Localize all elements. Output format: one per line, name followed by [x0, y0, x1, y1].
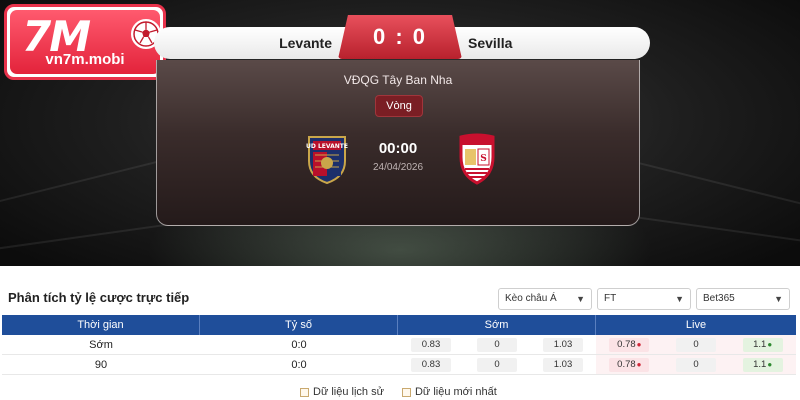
cell-time: 90	[94, 359, 108, 371]
checkbox-icon	[401, 387, 411, 397]
odds-section-title: Phân tích tỷ lệ cược trực tiếp	[8, 290, 190, 305]
chevron-down-icon: ▼	[675, 294, 684, 304]
site-logo[interactable]: 7M vn7m.mobi	[4, 4, 166, 80]
chevron-down-icon: ▼	[576, 294, 585, 304]
data-legend: Dữ liệu lịch sử Dữ liệu mới nhất	[300, 386, 497, 398]
away-team-name[interactable]: Sevilla	[468, 27, 628, 59]
chevron-down-icon: ▼	[774, 294, 783, 304]
market-select[interactable]: Kèo châu Á ▼	[498, 288, 592, 310]
match-time: 00:00	[378, 140, 418, 157]
home-team-name[interactable]: Levante	[154, 27, 332, 59]
cell-live-odds: 0.78● 0 1.1●	[596, 355, 796, 374]
legend-history-label: Dữ liệu lịch sử	[313, 386, 384, 398]
match-hero-banner: 7M vn7m.mobi Levante Sevilla VĐQG Tây Ba…	[0, 0, 800, 266]
early-handicap: 0	[477, 358, 517, 372]
bookmaker-select[interactable]: Bet365 ▼	[696, 288, 790, 310]
cell-score: 0:0	[291, 359, 307, 371]
bookmaker-select-value: Bet365	[703, 293, 735, 304]
cell-early-odds: 0.83 0 1.03	[398, 335, 596, 354]
cell-live-odds: 0.78● 0 1.1●	[596, 335, 796, 354]
sevilla-crest-icon: S	[453, 133, 501, 185]
early-home-odd: 0.83	[411, 338, 451, 352]
league-name[interactable]: VĐQG Tây Ban Nha	[157, 73, 639, 87]
legend-latest[interactable]: Dữ liệu mới nhất	[401, 386, 497, 398]
match-date: 24/04/2026	[372, 162, 424, 173]
live-away-odd: 1.1●	[742, 358, 783, 372]
period-select-value: FT	[604, 293, 617, 304]
down-arrow-icon: ●	[636, 360, 642, 369]
match-info-panel: VĐQG Tây Ban Nha Vòng UD LEVANTE 00:00 2…	[156, 60, 640, 226]
table-row[interactable]: Sớm 0:0 0.83 0 1.03 0.78● 0 1.1●	[2, 335, 796, 355]
early-handicap: 0	[477, 338, 517, 352]
down-arrow-icon: ●	[636, 340, 642, 349]
period-select[interactable]: FT ▼	[597, 288, 691, 310]
round-badge: Vòng	[375, 95, 423, 117]
table-row[interactable]: 90 0:0 0.83 0 1.03 0.78● 0 1.1●	[2, 355, 796, 375]
live-home-odd: 0.78●	[609, 338, 650, 352]
table-header: Thời gian Tỷ số Sớm Live	[2, 315, 796, 335]
odds-table: Thời gian Tỷ số Sớm Live Sớm 0:0 0.83 0 …	[2, 315, 796, 375]
legend-latest-label: Dữ liệu mới nhất	[414, 386, 497, 398]
up-arrow-icon: ●	[767, 360, 773, 369]
early-away-odd: 1.03	[543, 338, 583, 352]
live-handicap: 0	[675, 358, 716, 372]
cell-score: 0:0	[291, 339, 307, 351]
up-arrow-icon: ●	[767, 340, 773, 349]
checkbox-icon	[300, 387, 309, 397]
column-header-time[interactable]: Thời gian	[2, 315, 200, 335]
market-select-value: Kèo châu Á	[505, 293, 557, 304]
cell-early-odds: 0.83 0 1.03	[398, 355, 596, 374]
early-away-odd: 1.03	[543, 358, 583, 372]
column-header-score[interactable]: Tỷ số	[200, 315, 398, 335]
logo-background: 7M vn7m.mobi	[10, 10, 161, 74]
logo-domain: vn7m.mobi	[45, 51, 125, 68]
cell-time: Sớm	[89, 339, 113, 351]
live-away-odd: 1.1●	[742, 338, 783, 352]
early-home-odd: 0.83	[411, 358, 451, 372]
live-handicap: 0	[675, 338, 716, 352]
match-score: 0 : 0	[338, 15, 462, 59]
column-header-live[interactable]: Live	[596, 315, 796, 335]
live-home-odd: 0.78●	[609, 358, 650, 372]
svg-text:S: S	[480, 154, 487, 164]
column-header-early[interactable]: Sớm	[398, 315, 596, 335]
legend-history[interactable]: Dữ liệu lịch sử	[300, 386, 384, 398]
